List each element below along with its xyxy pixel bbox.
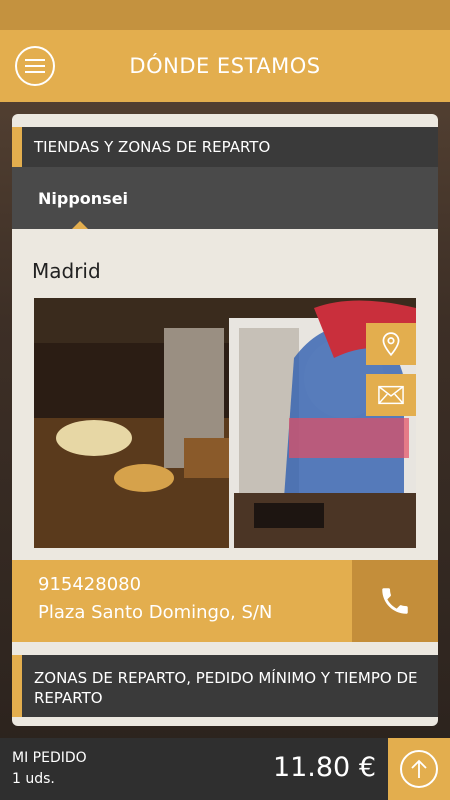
order-units: 1 uds. <box>12 771 55 787</box>
email-button[interactable] <box>366 374 416 416</box>
restaurant-photo <box>34 298 416 548</box>
store-contact: 915428080 Plaza Santo Domingo, S/N <box>12 560 438 642</box>
store-tabs: Nipponsei <box>12 167 438 229</box>
order-footer: MI PEDIDO 1 uds. 11.80 € <box>0 738 450 800</box>
phone-icon <box>382 588 408 614</box>
selected-tab-indicator <box>72 221 88 229</box>
delivery-section-header[interactable]: ZONAS DE REPARTO, PEDIDO MÍNIMO Y TIEMPO… <box>12 655 438 717</box>
store-card: TIENDAS Y ZONAS DE REPARTO Nipponsei Mad… <box>12 114 438 726</box>
order-label[interactable]: MI PEDIDO <box>12 750 87 766</box>
arrow-up-icon <box>411 759 427 778</box>
restaurant-interior-image <box>34 298 416 548</box>
store-city: Madrid <box>32 259 101 283</box>
hamburger-menu-icon <box>25 59 45 73</box>
app-bar: DÓNDE ESTAMOS <box>0 30 450 102</box>
menu-button[interactable] <box>15 46 55 86</box>
call-button[interactable] <box>352 560 438 642</box>
location-pin-icon <box>382 332 400 357</box>
scroll-up-button[interactable] <box>388 738 450 800</box>
up-circle <box>400 750 438 788</box>
order-total: 11.80 € <box>272 752 376 783</box>
stores-section-header[interactable]: TIENDAS Y ZONAS DE REPARTO <box>12 127 438 167</box>
tab-nipponsei[interactable]: Nipponsei <box>38 189 128 208</box>
page-title: DÓNDE ESTAMOS <box>129 54 321 78</box>
store-phone: 915428080 <box>38 574 142 595</box>
map-button[interactable] <box>366 323 416 365</box>
envelope-icon <box>378 385 404 405</box>
status-bar <box>0 0 450 30</box>
store-address: Plaza Santo Domingo, S/N <box>38 602 273 623</box>
